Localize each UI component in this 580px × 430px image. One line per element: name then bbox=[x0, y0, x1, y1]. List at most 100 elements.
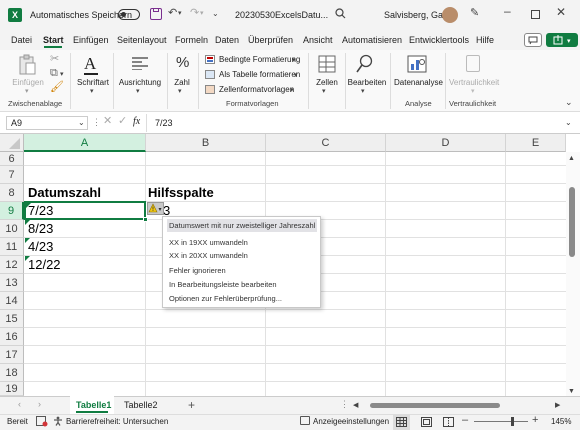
copy-icon[interactable]: ⧉ bbox=[50, 68, 58, 79]
page-break-view-icon[interactable] bbox=[443, 417, 454, 427]
minimize-icon[interactable]: – bbox=[504, 5, 511, 17]
format-as-table-button[interactable]: Als Tabelle formatieren bbox=[219, 70, 300, 79]
row-header[interactable]: 16 bbox=[0, 328, 24, 346]
sensitivity-icon[interactable] bbox=[466, 55, 480, 72]
alignment-dropdown-icon[interactable]: ▾ bbox=[136, 86, 140, 97]
font-dropdown-icon[interactable]: ▾ bbox=[90, 86, 94, 97]
conditional-formatting-icon[interactable] bbox=[205, 55, 215, 64]
accessibility-icon[interactable] bbox=[53, 416, 63, 426]
row-header[interactable]: 13 bbox=[0, 274, 24, 292]
prev-sheet-icon[interactable]: ‹ bbox=[18, 399, 21, 410]
fill-handle[interactable] bbox=[143, 217, 148, 222]
alignment-button[interactable]: Ausrichtung bbox=[117, 78, 163, 87]
close-icon[interactable]: ✕ bbox=[556, 6, 566, 18]
tab-hilfe[interactable]: Hilfe bbox=[476, 35, 494, 45]
document-title[interactable]: 20230530ExcelsDatu... bbox=[235, 10, 328, 20]
row-header[interactable]: 19 bbox=[0, 382, 24, 396]
cells-button[interactable]: Zellen bbox=[313, 78, 341, 87]
cell-b8[interactable]: Hilfsspalte bbox=[148, 184, 214, 202]
accessibility-status[interactable]: Barrierefreiheit: Untersuchen bbox=[66, 417, 168, 426]
row-header[interactable]: 11 bbox=[0, 238, 24, 256]
number-dropdown-icon[interactable]: ▾ bbox=[178, 86, 182, 97]
share-button[interactable]: ▾ bbox=[546, 33, 578, 47]
zoom-level[interactable]: 145% bbox=[551, 417, 571, 426]
page-layout-view-icon[interactable] bbox=[421, 417, 432, 427]
zoom-slider-track[interactable] bbox=[474, 421, 528, 422]
font-icon[interactable]: A bbox=[84, 54, 96, 74]
cell-a12[interactable]: 12/22 bbox=[28, 256, 61, 274]
column-header-d[interactable]: D bbox=[386, 134, 506, 152]
row-header[interactable]: 15 bbox=[0, 310, 24, 328]
number-format-icon[interactable]: % bbox=[176, 54, 189, 71]
row-header[interactable]: 18 bbox=[0, 364, 24, 382]
cancel-entry-icon[interactable]: ✕ bbox=[103, 116, 112, 127]
menu-item-ignore-error[interactable]: Fehler ignorieren bbox=[167, 264, 317, 277]
find-search-icon[interactable] bbox=[356, 54, 374, 74]
normal-view-icon[interactable] bbox=[396, 417, 407, 427]
quick-access-more-icon[interactable]: ⌄ bbox=[212, 8, 219, 19]
menu-item-convert-20xx[interactable]: XX in 20XX umwandeln bbox=[167, 249, 317, 262]
sheet-tab-tabelle2[interactable]: Tabelle2 bbox=[124, 400, 158, 410]
cell-styles-icon[interactable] bbox=[205, 85, 215, 94]
display-settings-icon[interactable] bbox=[300, 416, 310, 425]
tab-ueberpruefen[interactable]: Überprüfen bbox=[248, 35, 293, 45]
paste-dropdown-icon[interactable]: ▾ bbox=[25, 86, 29, 97]
tab-split-handle-icon[interactable]: ⋮ bbox=[340, 399, 349, 410]
sheet-tab-tabelle1[interactable]: Tabelle1 bbox=[76, 400, 111, 410]
cell-a11[interactable]: 4/23 bbox=[28, 238, 53, 256]
row-header[interactable]: 6 bbox=[0, 152, 24, 166]
menu-item-convert-19xx[interactable]: XX in 19XX umwandeln bbox=[167, 236, 317, 249]
tab-start[interactable]: Start bbox=[43, 35, 64, 45]
cell-styles-dropdown-icon[interactable]: ▾ bbox=[290, 85, 294, 96]
conditional-formatting-dropdown-icon[interactable]: ▾ bbox=[292, 55, 296, 66]
row-header[interactable]: 14 bbox=[0, 292, 24, 310]
cell-a10[interactable]: 8/23 bbox=[28, 220, 53, 238]
editing-dropdown-icon[interactable]: ▾ bbox=[361, 86, 365, 97]
column-header-b[interactable]: B bbox=[146, 134, 266, 152]
paste-icon[interactable] bbox=[17, 54, 37, 76]
sensitivity-dropdown-icon[interactable]: ▾ bbox=[471, 86, 475, 97]
menu-item-edit-in-formula-bar[interactable]: In Bearbeitungsleiste bearbeiten bbox=[167, 278, 317, 291]
avatar[interactable] bbox=[442, 7, 458, 23]
next-sheet-icon[interactable]: › bbox=[38, 399, 41, 410]
column-header-a[interactable]: A bbox=[24, 134, 146, 152]
pen-icon[interactable]: ✎ bbox=[470, 8, 479, 19]
row-header[interactable]: 12 bbox=[0, 256, 24, 274]
zoom-out-icon[interactable]: – bbox=[462, 415, 468, 426]
data-analysis-icon[interactable] bbox=[407, 54, 427, 74]
display-settings[interactable]: Anzeigeeinstellungen bbox=[313, 417, 389, 426]
scroll-left-icon[interactable]: ◀ bbox=[353, 400, 358, 411]
tab-automatisieren[interactable]: Automatisieren bbox=[342, 35, 402, 45]
undo-icon[interactable]: ↶ bbox=[168, 8, 177, 19]
zoom-slider-thumb[interactable] bbox=[511, 417, 514, 426]
search-icon[interactable] bbox=[335, 8, 346, 19]
select-all-corner[interactable] bbox=[0, 134, 24, 152]
cut-icon[interactable]: ✂ bbox=[50, 54, 59, 65]
vertical-scroll-thumb[interactable] bbox=[569, 187, 575, 257]
tab-seitenlayout[interactable]: Seitenlayout bbox=[117, 35, 167, 45]
number-button[interactable]: Zahl bbox=[170, 78, 194, 87]
cell-styles-button[interactable]: Zellenformatvorlagen bbox=[219, 85, 294, 94]
autosave-toggle[interactable] bbox=[118, 9, 140, 20]
alignment-icon[interactable] bbox=[132, 56, 148, 70]
row-header[interactable]: 10 bbox=[0, 220, 24, 238]
error-smart-tag[interactable]: ▾ bbox=[147, 202, 164, 215]
format-as-table-dropdown-icon[interactable]: ▾ bbox=[294, 70, 298, 81]
horizontal-scroll-thumb[interactable] bbox=[370, 403, 500, 408]
insert-function-icon[interactable]: fx bbox=[133, 116, 140, 127]
macro-record-icon[interactable] bbox=[36, 416, 48, 427]
maximize-icon[interactable] bbox=[531, 10, 540, 19]
cells-dropdown-icon[interactable]: ▾ bbox=[322, 86, 326, 97]
scroll-right-icon[interactable]: ▶ bbox=[555, 400, 560, 411]
tab-ansicht[interactable]: Ansicht bbox=[303, 35, 333, 45]
redo-dropdown-icon[interactable]: ▾ bbox=[200, 8, 204, 19]
menu-item-error-check-options[interactable]: Optionen zur Fehlerüberprüfung... bbox=[167, 292, 317, 305]
format-as-table-icon[interactable] bbox=[205, 70, 215, 79]
cells-icon[interactable] bbox=[318, 55, 336, 73]
data-analysis-button[interactable]: Datenanalyse bbox=[394, 78, 443, 87]
row-header[interactable]: 7 bbox=[0, 166, 24, 184]
save-icon[interactable] bbox=[150, 8, 162, 20]
row-header-selected[interactable]: 9 bbox=[0, 202, 24, 220]
row-header[interactable]: 8 bbox=[0, 184, 24, 202]
collapse-ribbon-icon[interactable]: ⌄ bbox=[565, 97, 573, 108]
